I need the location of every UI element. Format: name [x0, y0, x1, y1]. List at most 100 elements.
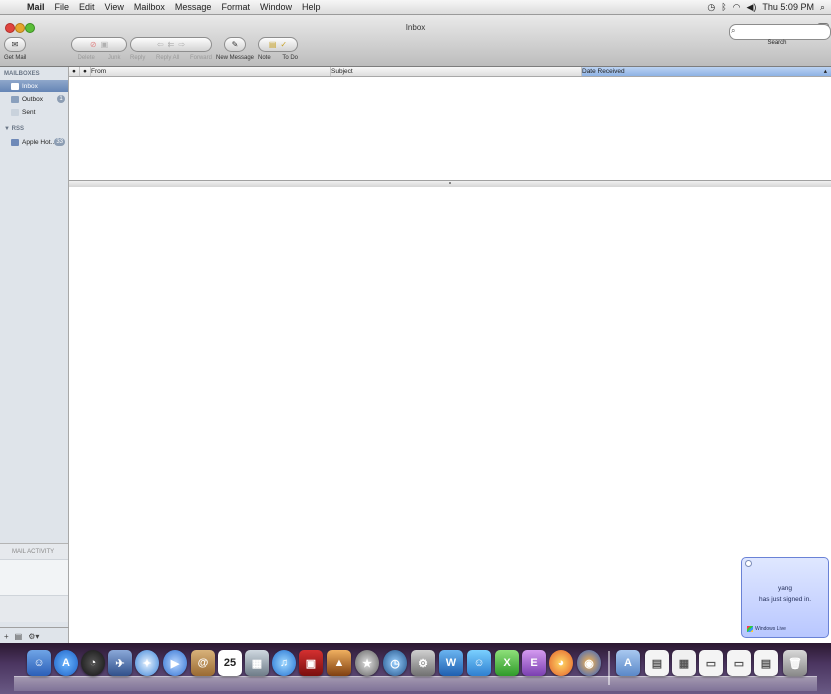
new-message-label: New Message — [216, 55, 255, 61]
todo-button[interactable]: To Do — [282, 55, 298, 61]
date-received-column-header[interactable]: Date Received ▴ — [582, 67, 831, 76]
subject-column-header[interactable]: Subject — [331, 67, 582, 76]
sidebar-item-label: Sent — [22, 108, 36, 116]
mail-activity-area — [0, 559, 68, 596]
notification-brand: Windows Live — [755, 626, 786, 632]
menu-help[interactable]: Help — [297, 2, 326, 12]
finder-icon[interactable]: ☺ — [27, 650, 51, 676]
sidebar-footer: + ▤ ⚙▾ — [0, 627, 72, 644]
minimized-window-2-icon[interactable]: ▭ — [727, 650, 751, 676]
dock-separator — [608, 651, 610, 685]
reply-button[interactable]: Reply — [130, 55, 145, 61]
safari-icon[interactable]: ✦ — [135, 650, 159, 676]
delete-button[interactable]: Delete — [77, 55, 94, 61]
menu-format[interactable]: Format — [216, 2, 255, 12]
menu-window[interactable]: Window — [255, 2, 297, 12]
reply-all-button[interactable]: Reply All — [156, 55, 179, 61]
menu-edit[interactable]: Edit — [74, 2, 100, 12]
close-notification-icon[interactable] — [745, 560, 752, 567]
message-preview-pane[interactable] — [69, 187, 831, 643]
volume-icon[interactable]: ◀) — [747, 2, 757, 13]
rss-heading[interactable]: ▼ RSS — [4, 126, 24, 132]
menu-bar: Mail File Edit View Mailbox Message Form… — [0, 0, 831, 15]
sidebar-item-sent[interactable]: Sent — [0, 106, 68, 118]
entourage-icon[interactable]: E — [522, 650, 546, 676]
sort-ascending-icon: ▴ — [823, 68, 827, 75]
flag-column[interactable]: ● — [80, 67, 91, 76]
show-activity-button[interactable]: ▤ — [15, 632, 23, 641]
rss-feed-icon — [11, 138, 19, 146]
note-todo-group: ▤ ✓ Note To Do — [258, 37, 298, 61]
sidebar-item-outbox[interactable]: Outbox 1 — [0, 93, 68, 105]
delete-icon: ⊘ — [89, 39, 97, 49]
action-gear-icon[interactable]: ⚙▾ — [28, 632, 39, 641]
menu-mailbox[interactable]: Mailbox — [129, 2, 170, 12]
add-mailbox-button[interactable]: + — [4, 632, 9, 641]
reply-all-icon: ⇇ — [167, 39, 175, 49]
address-book-icon[interactable]: @ — [191, 650, 215, 676]
get-mail-button[interactable]: ✉ Get Mail — [4, 37, 26, 61]
reply-group: ⇦ ⇇ ⇨ Reply Reply All Forward — [130, 37, 212, 61]
menu-app[interactable]: Mail — [22, 2, 50, 12]
disclosure-triangle-icon: ▼ — [4, 126, 10, 132]
dock-shelf — [14, 676, 817, 691]
facetime-icon[interactable]: ▶ — [163, 650, 187, 676]
todo-icon: ✓ — [280, 39, 288, 49]
powerpoint-icon[interactable]: ◕ — [549, 650, 573, 676]
word-icon[interactable]: W — [439, 650, 463, 676]
applications-folder-icon[interactable]: A — [616, 650, 640, 676]
reply-icon: ⇦ — [156, 39, 164, 49]
photo-booth-icon[interactable]: ▣ — [299, 650, 323, 676]
mailboxes-heading: MAILBOXES — [4, 71, 40, 77]
delete-junk-group: ⊘ ▣ Delete Junk — [71, 37, 127, 61]
downloads-stack-icon[interactable]: ▦ — [672, 650, 696, 676]
search-input[interactable] — [729, 24, 831, 40]
iphoto-icon[interactable]: ▲ — [327, 650, 351, 676]
sidebar-item-inbox[interactable]: Inbox — [0, 80, 68, 92]
spotlight-icon[interactable]: ⌕ — [820, 2, 825, 13]
from-column-header[interactable]: From — [91, 67, 331, 76]
outbox-count-badge: 1 — [57, 95, 65, 103]
time-machine-icon[interactable]: ◷ — [383, 650, 407, 676]
read-status-column[interactable]: ● — [69, 67, 80, 76]
sidebar-item-apple-hot-news[interactable]: Apple Hot… 33 — [0, 136, 68, 148]
imovie-icon[interactable]: ★ — [355, 650, 379, 676]
wifi-icon[interactable]: ◠ — [733, 2, 741, 13]
mission-control-icon[interactable]: ✈ — [108, 650, 132, 676]
app-store-icon[interactable]: A — [54, 650, 78, 676]
preview-icon[interactable]: ▦ — [245, 650, 269, 676]
menubar-clock[interactable]: Thu 5:09 PM — [762, 2, 814, 12]
search-icon: ⌕ — [731, 26, 736, 35]
bluetooth-icon[interactable]: ᛒ — [721, 2, 726, 12]
time-machine-status-icon[interactable]: ◷ — [707, 2, 715, 13]
itunes-icon[interactable]: ♫ — [272, 650, 296, 676]
firefox-icon[interactable]: ◉ — [577, 650, 601, 676]
new-message-button[interactable]: ✎ New Message — [216, 37, 254, 61]
junk-button[interactable]: Junk — [108, 55, 121, 61]
trash-icon[interactable]: 🗑 — [783, 650, 807, 676]
forward-icon: ⇨ — [178, 39, 186, 49]
forward-button[interactable]: Forward — [190, 55, 212, 61]
sidebar-item-label: Apple Hot… — [22, 138, 58, 146]
document-stack-icon[interactable]: ▤ — [645, 650, 669, 676]
messenger-icon[interactable]: ☺ — [467, 650, 491, 676]
note-button[interactable]: Note — [258, 55, 271, 61]
mail-activity-heading: MAIL ACTIVITY — [12, 549, 55, 555]
get-mail-label: Get Mail — [4, 55, 27, 61]
menu-file[interactable]: File — [50, 2, 75, 12]
windows-live-notification[interactable]: yang has just signed in. Windows Live — [741, 557, 829, 638]
menu-message[interactable]: Message — [170, 2, 217, 12]
minimized-window-1-icon[interactable]: ▭ — [699, 650, 723, 676]
message-list[interactable] — [69, 77, 831, 180]
dashboard-icon[interactable]: ◔ — [81, 650, 105, 676]
excel-icon[interactable]: X — [495, 650, 519, 676]
menu-view[interactable]: View — [100, 2, 129, 12]
note-icon: ▤ — [268, 39, 277, 49]
minimized-window-3-icon[interactable]: ▤ — [754, 650, 778, 676]
ical-icon[interactable]: 25 — [218, 650, 242, 676]
notification-message: has just signed in. — [758, 596, 812, 603]
get-mail-icon: ✉ — [11, 39, 19, 49]
system-preferences-icon[interactable]: ⚙ — [411, 650, 435, 676]
splitter-grip-icon — [449, 182, 451, 184]
sent-icon — [11, 108, 19, 116]
